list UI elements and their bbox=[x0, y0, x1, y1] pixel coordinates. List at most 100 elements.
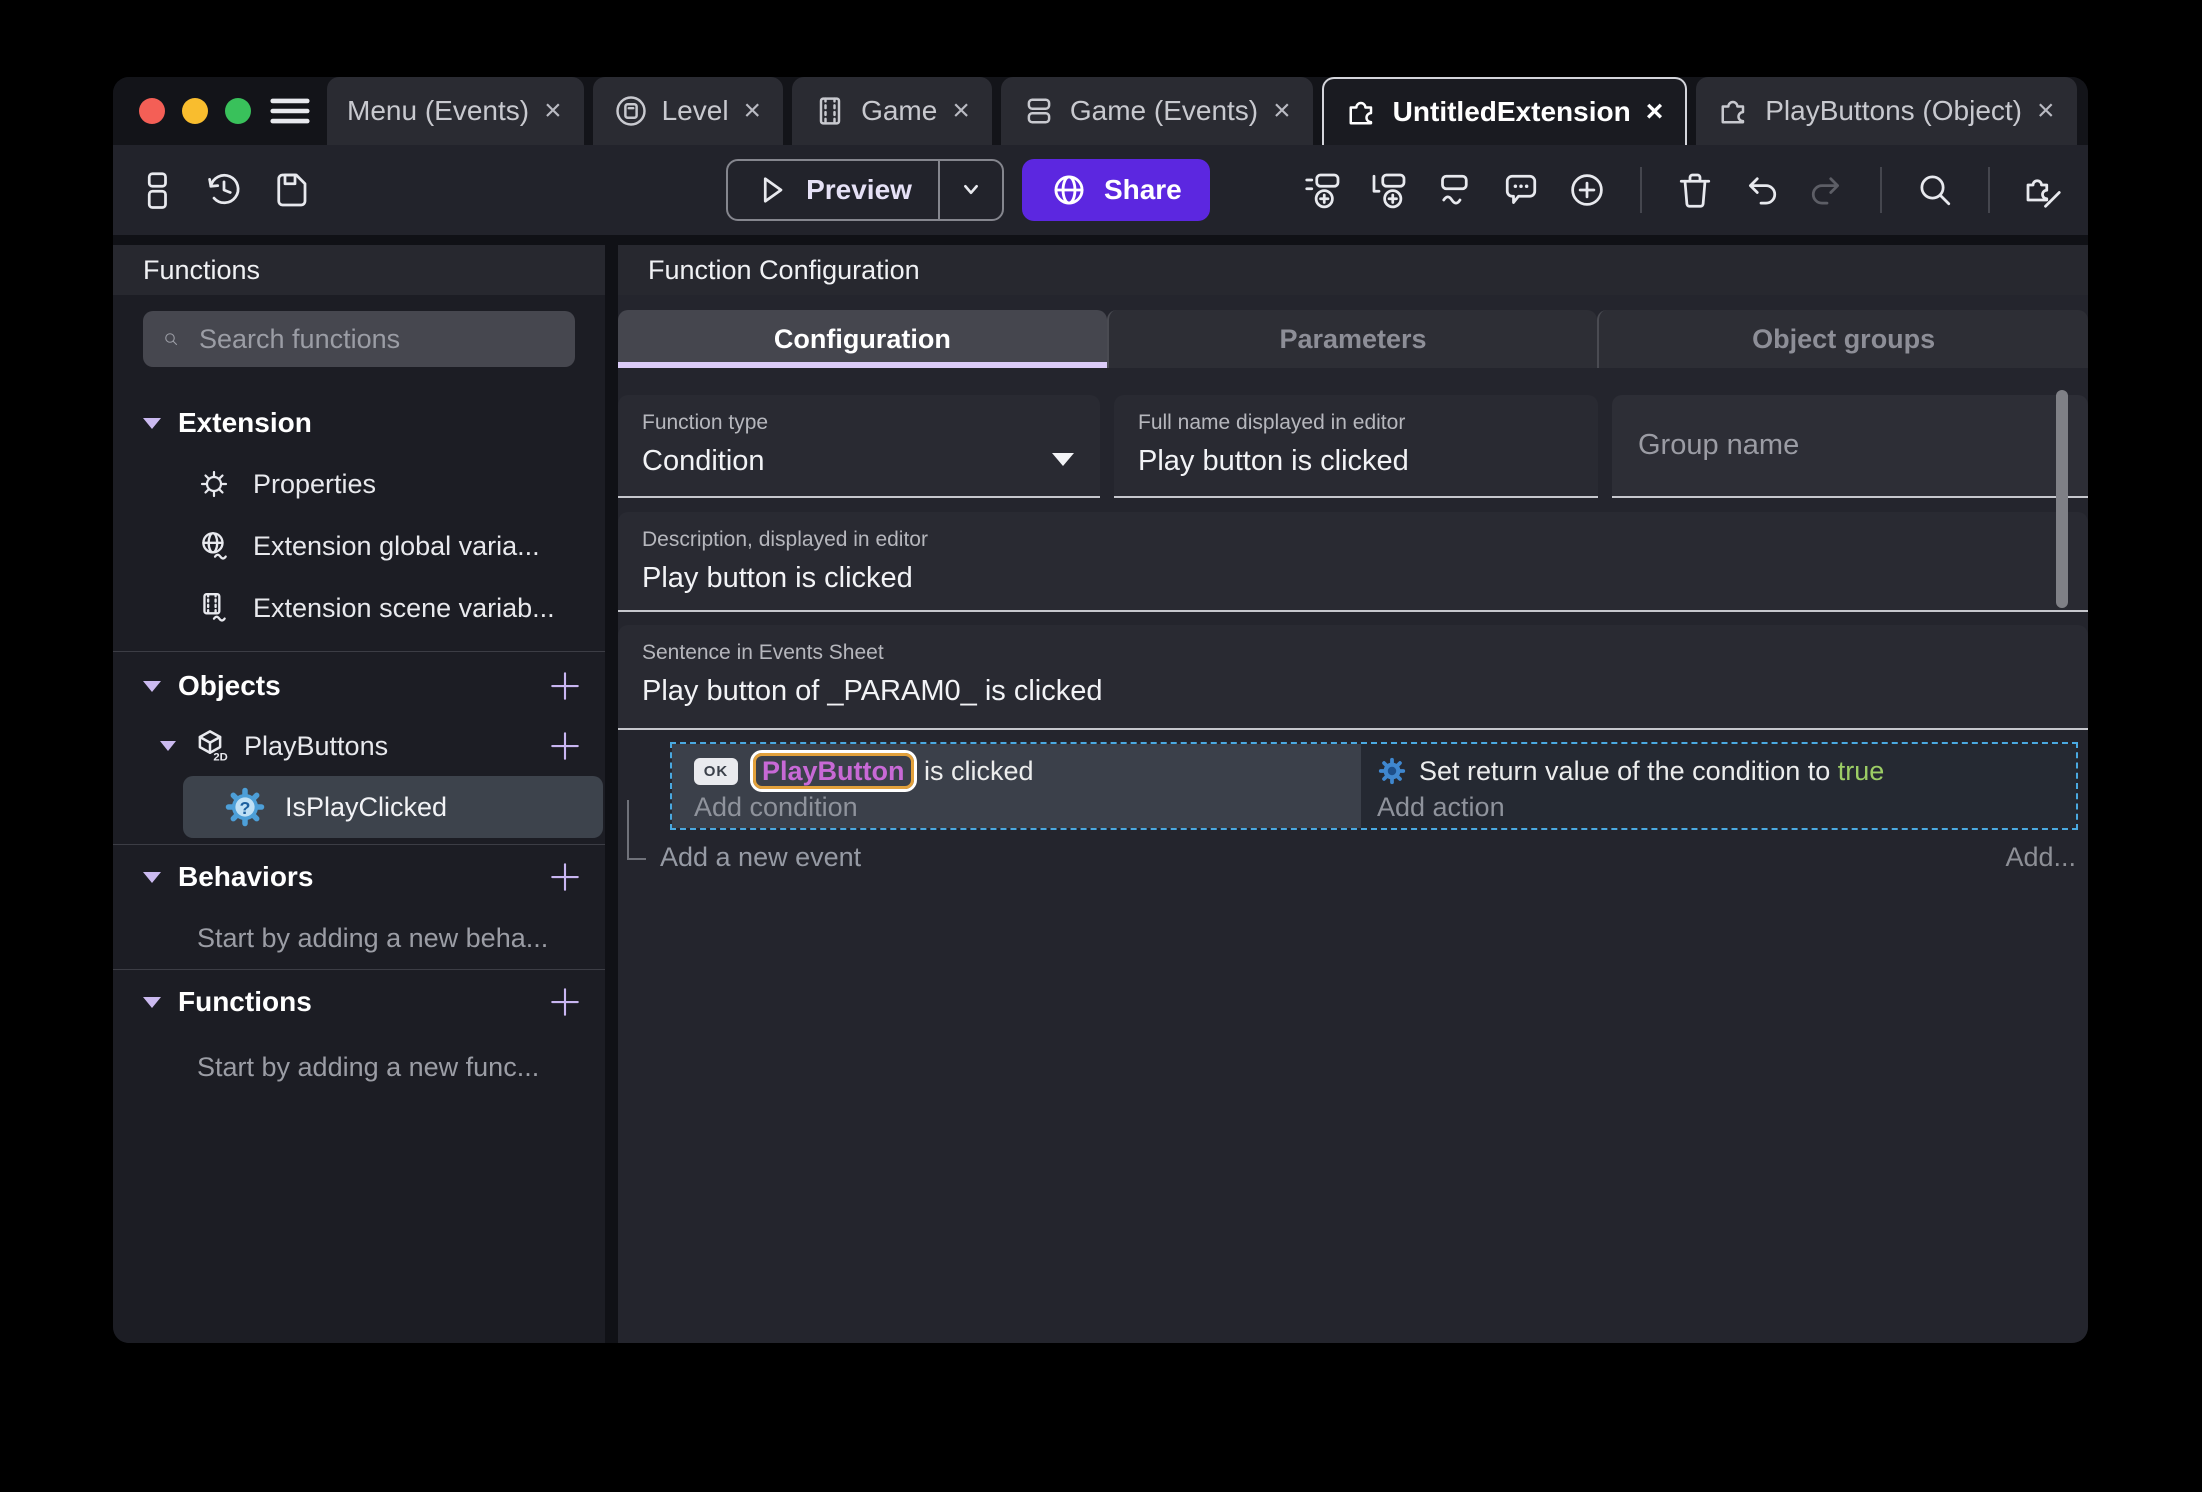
dropdown-caret-icon bbox=[1052, 453, 1074, 466]
description-field[interactable]: Description, displayed in editor Play bu… bbox=[618, 512, 2088, 612]
delete-button[interactable] bbox=[1674, 169, 1716, 211]
collapse-triangle-icon[interactable] bbox=[143, 680, 161, 692]
svg-text:2D: 2D bbox=[213, 752, 227, 764]
description-value: Play button is clicked bbox=[642, 562, 913, 594]
tab-parameters[interactable]: Parameters bbox=[1106, 310, 1598, 368]
function-type-value: Condition bbox=[642, 445, 765, 477]
add-comment-button[interactable] bbox=[1500, 169, 1542, 211]
field-label: Sentence in Events Sheet bbox=[642, 641, 884, 664]
tab-close-icon[interactable]: × bbox=[950, 96, 972, 126]
edit-extension-button[interactable] bbox=[2022, 169, 2064, 211]
hamburger-icon bbox=[270, 98, 310, 124]
search-functions-box[interactable] bbox=[143, 311, 575, 367]
add-event-icon bbox=[1305, 173, 1340, 209]
add-subevent-button[interactable] bbox=[1368, 169, 1410, 211]
add-function-button[interactable] bbox=[547, 984, 583, 1020]
tab-close-icon[interactable]: × bbox=[542, 96, 564, 126]
tab-game[interactable]: Game × bbox=[792, 77, 992, 145]
preview-button[interactable]: Preview bbox=[726, 159, 1004, 221]
collapse-triangle-icon[interactable] bbox=[143, 996, 161, 1008]
project-manager-icon bbox=[147, 172, 167, 209]
redo-button[interactable] bbox=[1806, 169, 1848, 211]
collapse-triangle-icon[interactable] bbox=[143, 871, 161, 883]
add-condition-button[interactable]: Add condition bbox=[694, 792, 1361, 823]
tab-playbuttons-object[interactable]: PlayButtons (Object) × bbox=[1696, 77, 2077, 145]
app-window: Menu (Events) × Level × Game × Game (Eve… bbox=[113, 77, 2088, 1343]
add-button[interactable] bbox=[1566, 169, 1608, 211]
project-manager-button[interactable] bbox=[137, 169, 179, 211]
behaviors-empty-hint[interactable]: Start by adding a new beha... bbox=[113, 923, 605, 953]
group-name-input[interactable] bbox=[1636, 428, 2064, 463]
tab-game-events[interactable]: Game (Events) × bbox=[1000, 77, 1313, 145]
conditions-column[interactable]: OK PlayButton is clicked Add condition bbox=[672, 744, 1361, 828]
undo-button[interactable] bbox=[1740, 169, 1782, 211]
tab-level[interactable]: Level × bbox=[592, 77, 784, 145]
save-button[interactable] bbox=[269, 169, 311, 211]
preview-options-button[interactable] bbox=[937, 161, 1002, 219]
tab-label: PlayButtons (Object) bbox=[1765, 95, 2022, 126]
add-object-button[interactable] bbox=[547, 668, 583, 704]
version-history-button[interactable] bbox=[203, 169, 245, 211]
play-icon bbox=[763, 177, 783, 203]
collapse-triangle-icon[interactable] bbox=[160, 741, 176, 751]
scene-variables-icon bbox=[203, 593, 226, 622]
main-panel-title: Function Configuration bbox=[618, 245, 2088, 295]
add-behavior-button[interactable] bbox=[547, 859, 583, 895]
add-new-event-button[interactable]: Add a new event bbox=[660, 842, 861, 873]
tab-configuration[interactable]: Configuration bbox=[618, 310, 1107, 368]
search-functions-input[interactable] bbox=[197, 322, 555, 356]
functions-empty-hint[interactable]: Start by adding a new func... bbox=[113, 1052, 605, 1082]
close-window-button[interactable] bbox=[139, 98, 165, 124]
share-button[interactable]: Share bbox=[1021, 159, 1210, 221]
full-name-field[interactable]: Full name displayed in editor Play butto… bbox=[1114, 395, 1598, 498]
tab-label: Menu (Events) bbox=[347, 95, 530, 126]
tab-untitled-extension[interactable]: UntitledExtension × bbox=[1321, 77, 1688, 145]
section-label: Behaviors bbox=[178, 861, 314, 892]
add-more-button[interactable]: Add... bbox=[2005, 842, 2076, 873]
object-group-playbuttons[interactable]: 2D PlayButtons bbox=[113, 726, 605, 766]
globe-variables-icon bbox=[202, 532, 227, 560]
sidebar-item-properties[interactable]: Properties bbox=[113, 453, 605, 515]
save-icon bbox=[277, 173, 307, 207]
tab-close-icon[interactable]: × bbox=[742, 96, 764, 126]
tab-object-groups[interactable]: Object groups bbox=[1597, 310, 2088, 368]
add-other-event-button[interactable] bbox=[1434, 169, 1476, 211]
section-objects[interactable]: Objects bbox=[113, 668, 605, 704]
action-value-true[interactable]: true bbox=[1838, 756, 1885, 786]
section-functions[interactable]: Functions bbox=[113, 984, 605, 1020]
share-label: Share bbox=[1103, 174, 1182, 205]
main-menu-button[interactable] bbox=[267, 77, 313, 145]
section-extension[interactable]: Extension bbox=[113, 405, 605, 441]
gear-icon bbox=[200, 470, 228, 498]
toolbar: Preview Share bbox=[113, 145, 2088, 235]
sentence-field[interactable]: Sentence in Events Sheet Play button of … bbox=[618, 625, 2088, 730]
search-button[interactable] bbox=[1914, 169, 1956, 211]
sidebar-item-extension-global-variables[interactable]: Extension global varia... bbox=[113, 515, 605, 577]
condition-object-highlighted[interactable]: PlayButton bbox=[753, 753, 914, 789]
add-action-button[interactable]: Add action bbox=[1377, 792, 2076, 823]
extension-edit-icon bbox=[2026, 179, 2061, 208]
function-configuration-panel: Function Configuration Configuration Par… bbox=[618, 245, 2088, 1343]
sidebar-item-extension-scene-variables[interactable]: Extension scene variab... bbox=[113, 577, 605, 639]
tab-close-icon[interactable]: × bbox=[2035, 96, 2057, 126]
event-row-selected[interactable]: OK PlayButton is clicked Add condition S… bbox=[670, 742, 2078, 830]
sidebar-item-label: Properties bbox=[253, 468, 377, 499]
group-name-field[interactable] bbox=[1612, 395, 2088, 498]
tab-close-icon[interactable]: × bbox=[1271, 96, 1293, 126]
minimize-window-button[interactable] bbox=[182, 98, 208, 124]
section-behaviors[interactable]: Behaviors bbox=[113, 859, 605, 895]
add-event-button[interactable] bbox=[1302, 169, 1344, 211]
vertical-scrollbar[interactable] bbox=[2056, 390, 2068, 608]
condition-text: is clicked bbox=[924, 756, 1034, 786]
actions-column[interactable]: Set return value of the condition to tru… bbox=[1361, 744, 2076, 828]
function-item-isplayclicked-selected[interactable]: ? IsPlayClicked bbox=[183, 776, 603, 838]
zoom-window-button[interactable] bbox=[225, 98, 251, 124]
chevron-down-icon bbox=[964, 184, 978, 195]
add-object-function-button[interactable] bbox=[547, 728, 583, 764]
tab-menu-events[interactable]: Menu (Events) × bbox=[327, 77, 584, 145]
collapse-triangle-icon[interactable] bbox=[143, 417, 161, 429]
plus-icon bbox=[551, 732, 579, 760]
function-type-select[interactable]: Function type Condition bbox=[618, 395, 1100, 498]
tab-close-icon[interactable]: × bbox=[1644, 97, 1666, 127]
editor-tabs: Menu (Events) × Level × Game × Game (Eve… bbox=[327, 77, 2088, 145]
